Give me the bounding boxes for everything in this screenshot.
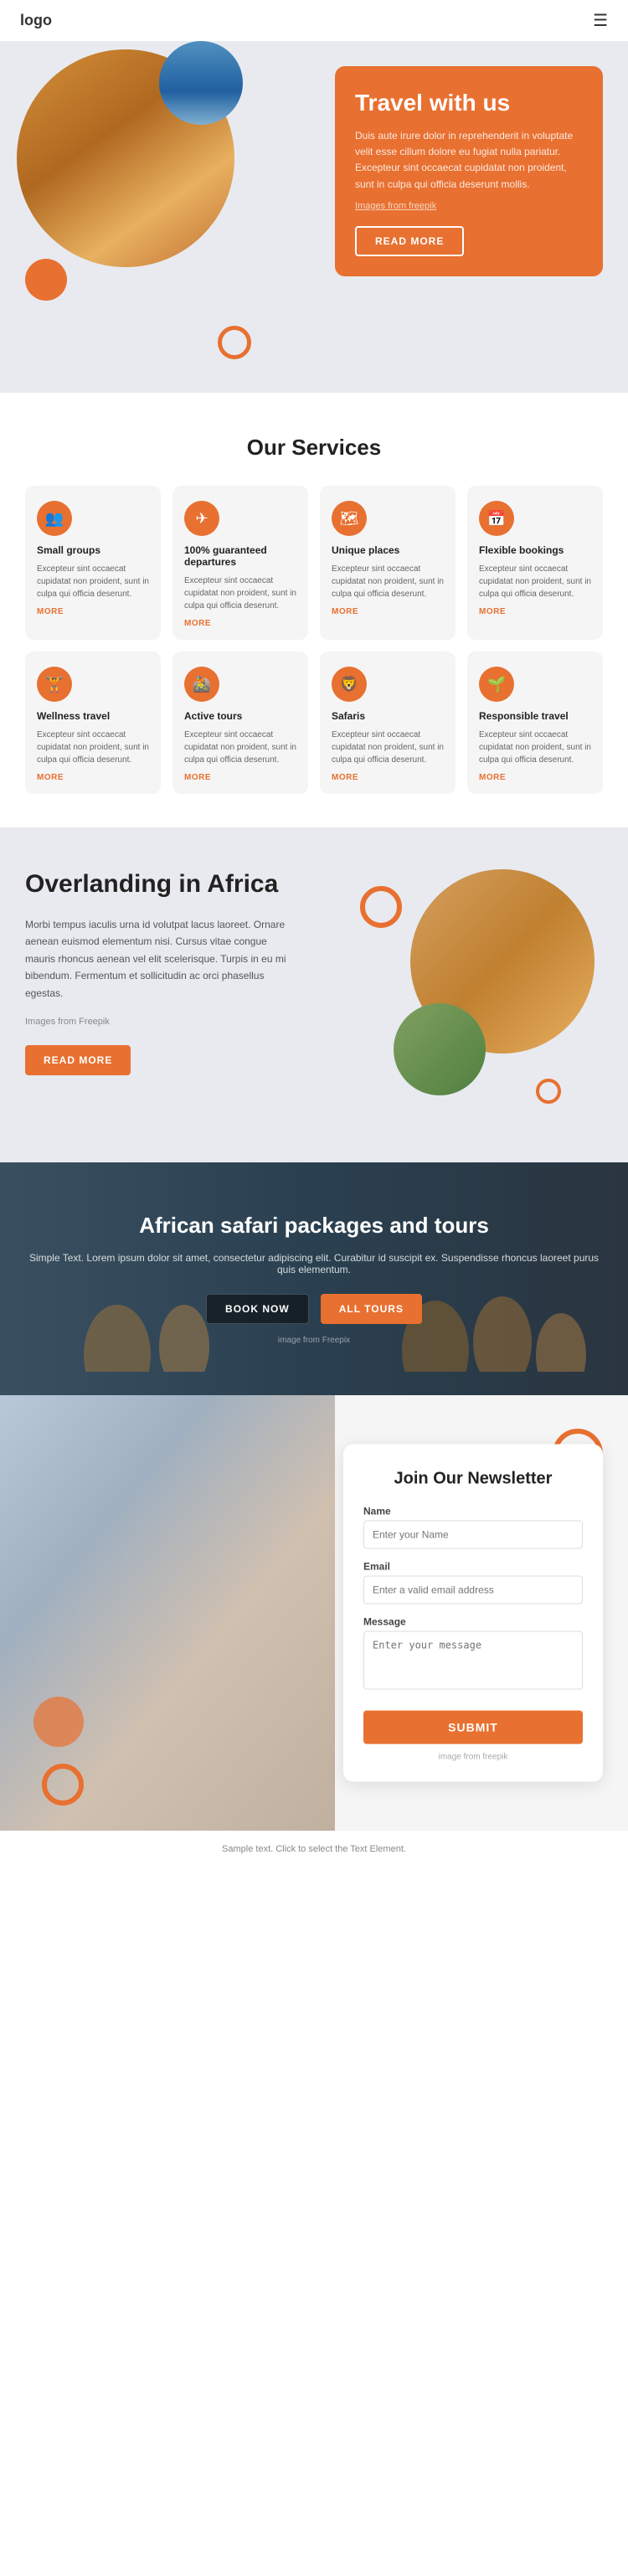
service-title-7: Responsible travel (479, 710, 569, 722)
newsletter-orange-circle (33, 1697, 84, 1747)
email-field-group: Email (363, 1561, 583, 1605)
service-title-2: Unique places (332, 544, 399, 556)
service-icon-4: 🏋 (37, 667, 72, 702)
service-card-4: 🏋 Wellness travel Excepteur sint occaeca… (25, 652, 161, 794)
safari-title: African safari packages and tours (25, 1213, 603, 1239)
service-more-link-5[interactable]: MORE (184, 773, 211, 782)
newsletter-form-wrapper: Join Our Newsletter Name Email Message S… (343, 1445, 603, 1782)
service-icon-7: 🌱 (479, 667, 514, 702)
service-body-7: Excepteur sint occaecat cupidatat non pr… (479, 729, 591, 766)
service-title-0: Small groups (37, 544, 100, 556)
hero-image-group (17, 49, 251, 284)
service-card-7: 🌱 Responsible travel Excepteur sint occa… (467, 652, 603, 794)
message-field-group: Message (363, 1616, 583, 1694)
overlanding-title: Overlanding in Africa (25, 869, 293, 899)
service-more-link-6[interactable]: MORE (332, 773, 358, 782)
overlanding-body: Morbi tempus iaculis urna id volutpat la… (25, 916, 293, 1002)
safari-section: African safari packages and tours Simple… (0, 1162, 628, 1395)
service-body-2: Excepteur sint occaecat cupidatat non pr… (332, 563, 444, 600)
logo: logo (20, 12, 52, 29)
overlanding-orange-ring (360, 886, 402, 928)
menu-icon[interactable]: ☰ (593, 10, 608, 31)
service-more-link-3[interactable]: MORE (479, 607, 506, 616)
service-card-6: 🦁 Safaris Excepteur sint occaecat cupida… (320, 652, 456, 794)
safari-body: Simple Text. Lorem ipsum dolor sit amet,… (25, 1252, 603, 1275)
safari-image-credit: image from Freepix (25, 1336, 603, 1345)
service-card-5: 🚵 Active tours Excepteur sint occaecat c… (172, 652, 308, 794)
service-title-6: Safaris (332, 710, 365, 722)
service-card-2: 🗺 Unique places Excepteur sint occaecat … (320, 486, 456, 640)
overlanding-small-ring (536, 1079, 561, 1104)
overlanding-read-more-button[interactable]: READ MORE (25, 1045, 131, 1075)
service-card-0: 👥 Small groups Excepteur sint occaecat c… (25, 486, 161, 640)
service-more-link-2[interactable]: MORE (332, 607, 358, 616)
message-label: Message (363, 1616, 583, 1628)
service-icon-5: 🚵 (184, 667, 219, 702)
newsletter-title: Join Our Newsletter (363, 1470, 583, 1489)
newsletter-photo (0, 1395, 335, 1831)
hero-read-more-button[interactable]: READ MORE (355, 226, 464, 256)
submit-button[interactable]: SUBMIT (363, 1711, 583, 1744)
service-icon-1: ✈ (184, 501, 219, 536)
overlanding-content: Overlanding in Africa Morbi tempus iacul… (25, 869, 310, 1075)
safari-button-group: BOOK NOW ALL TOURS (25, 1294, 603, 1324)
service-card-1: ✈ 100% guaranteed departures Excepteur s… (172, 486, 308, 640)
service-title-5: Active tours (184, 710, 242, 722)
service-body-5: Excepteur sint occaecat cupidatat non pr… (184, 729, 296, 766)
service-title-3: Flexible bookings (479, 544, 564, 556)
service-more-link-4[interactable]: MORE (37, 773, 64, 782)
header: logo ☰ (0, 0, 628, 41)
service-title-4: Wellness travel (37, 710, 110, 722)
service-icon-6: 🦁 (332, 667, 367, 702)
service-body-1: Excepteur sint occaecat cupidatat non pr… (184, 574, 296, 612)
newsletter-image-credit: image from freepik (363, 1753, 583, 1762)
name-input[interactable] (363, 1521, 583, 1549)
sky-image (159, 41, 243, 125)
services-heading: Our Services (25, 435, 603, 461)
couple-image (0, 1395, 335, 1831)
service-card-3: 📅 Flexible bookings Excepteur sint occae… (467, 486, 603, 640)
service-title-1: 100% guaranteed departures (184, 544, 296, 568)
message-input[interactable] (363, 1631, 583, 1690)
service-body-3: Excepteur sint occaecat cupidatat non pr… (479, 563, 591, 600)
service-more-link-7[interactable]: MORE (479, 773, 506, 782)
service-more-link-1[interactable]: MORE (184, 619, 211, 628)
newsletter-ring (42, 1764, 84, 1806)
services-section: Our Services 👥 Small groups Excepteur si… (0, 393, 628, 827)
service-more-link-0[interactable]: MORE (37, 607, 64, 616)
service-icon-3: 📅 (479, 501, 514, 536)
services-grid: 👥 Small groups Excepteur sint occaecat c… (25, 486, 603, 794)
email-input[interactable] (363, 1576, 583, 1605)
newsletter-section: Join Our Newsletter Name Email Message S… (0, 1395, 628, 1831)
service-body-0: Excepteur sint occaecat cupidatat non pr… (37, 563, 149, 600)
service-body-6: Excepteur sint occaecat cupidatat non pr… (332, 729, 444, 766)
safari-all-tours-button[interactable]: ALL TOURS (321, 1294, 422, 1324)
hero-orange-dot (25, 259, 67, 301)
service-icon-0: 👥 (37, 501, 72, 536)
service-icon-2: 🗺 (332, 501, 367, 536)
footer-note: Sample text. Click to select the Text El… (0, 1831, 628, 1868)
hero-small-circle-image (159, 41, 243, 125)
name-label: Name (363, 1506, 583, 1517)
overlanding-image-credit: Images from Freepik (25, 1017, 293, 1027)
hero-image-credit: Images from freepik (355, 201, 583, 211)
service-body-4: Excepteur sint occaecat cupidatat non pr… (37, 729, 149, 766)
hero-ring-decoration (218, 326, 251, 359)
overlanding-section: Overlanding in Africa Morbi tempus iacul… (0, 827, 628, 1162)
name-field-group: Name (363, 1506, 583, 1549)
overlanding-image-group (310, 869, 603, 1121)
overlanding-small-circle (394, 1003, 486, 1095)
hero-section: Travel with us Duis aute irure dolor in … (0, 41, 628, 393)
hero-content-box: Travel with us Duis aute irure dolor in … (335, 66, 603, 276)
hero-body: Duis aute irure dolor in reprehenderit i… (355, 128, 583, 193)
email-label: Email (363, 1561, 583, 1573)
hero-title: Travel with us (355, 90, 583, 116)
safari-content: African safari packages and tours Simple… (25, 1213, 603, 1345)
safari-book-now-button[interactable]: BOOK NOW (206, 1294, 309, 1324)
